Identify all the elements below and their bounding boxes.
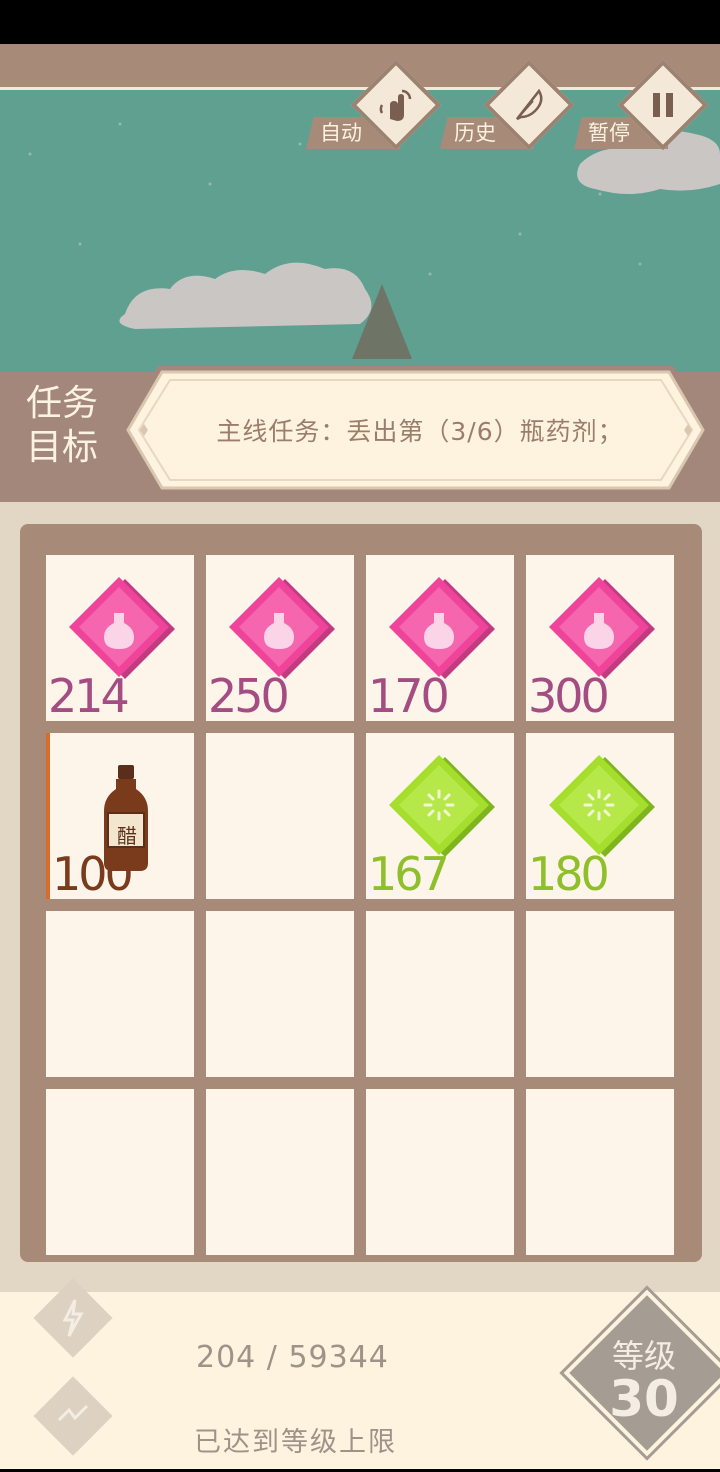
status-bar [0, 0, 720, 44]
top-bar [0, 44, 720, 90]
board-cell-empty[interactable] [46, 911, 194, 1077]
vinegar-label: 醋 [117, 824, 137, 848]
cell-value: 250 [208, 669, 290, 723]
task-description: 主线任务：丢出第（3/6）瓶药剂； [216, 417, 624, 446]
cell-value: 100 [52, 847, 134, 901]
pause-icon [635, 77, 691, 133]
level-text: 等级 30 [598, 1338, 690, 1424]
cell-value: 167 [368, 847, 450, 901]
board-cell-empty[interactable] [526, 911, 674, 1077]
board-cell-empty[interactable] [366, 911, 514, 1077]
auto-hand-icon [368, 77, 424, 133]
board-cell-empty[interactable] [206, 911, 354, 1077]
exp-progress: 204 / 59344 [196, 1340, 389, 1375]
cloud-left [119, 262, 372, 329]
task-target-label: 任务 目标 [12, 382, 112, 470]
cell-value: 300 [528, 669, 610, 723]
task-label-line1: 任务 [25, 383, 98, 424]
cell-value: 170 [368, 669, 450, 723]
board-cell-empty[interactable] [46, 1089, 194, 1255]
board-cell[interactable]: 300 [526, 555, 674, 721]
max-level-text: 已达到等级上限 [194, 1427, 397, 1458]
lightning-icon[interactable] [33, 1278, 113, 1358]
level-value: 30 [609, 1370, 679, 1428]
zigzag-icon[interactable] [33, 1376, 113, 1456]
cell-value: 180 [528, 847, 610, 901]
board-cell[interactable]: 250 [206, 555, 354, 721]
cell-value: 214 [48, 669, 130, 723]
board-cell-empty[interactable] [206, 733, 354, 899]
board-cell[interactable]: 170 [366, 555, 514, 721]
board-cell-empty[interactable] [206, 1089, 354, 1255]
board-cell[interactable]: 醋 100 [46, 733, 194, 899]
board-cell[interactable]: 180 [526, 733, 674, 899]
board-cell-empty[interactable] [526, 1089, 674, 1255]
feather-icon [501, 77, 557, 133]
board-cell[interactable]: 214 [46, 555, 194, 721]
board-cell[interactable]: 167 [366, 733, 514, 899]
task-label-line2: 目标 [25, 427, 98, 468]
level-label: 等级 [611, 1337, 676, 1375]
board-cell-empty[interactable] [366, 1089, 514, 1255]
